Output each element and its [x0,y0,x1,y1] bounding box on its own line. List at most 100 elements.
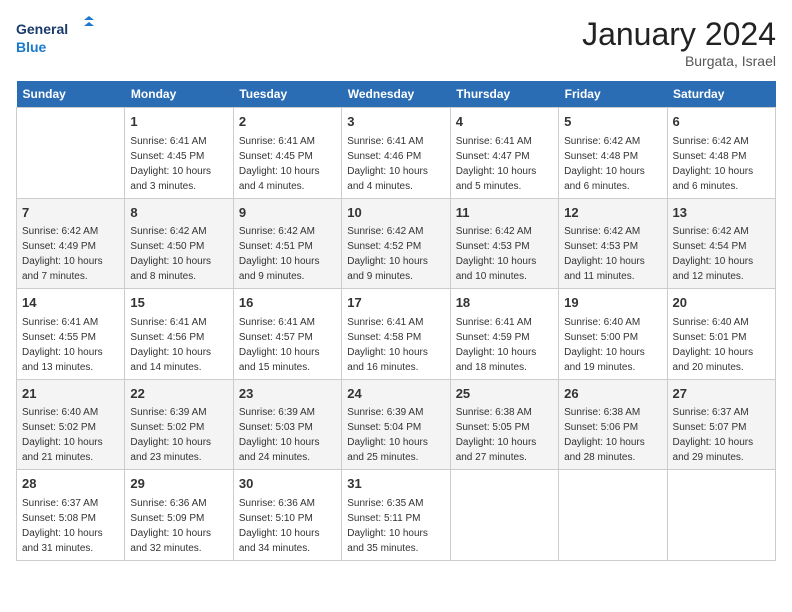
logo-svg: General Blue [16,16,96,60]
page-header: General Blue January 2024 Burgata, Israe… [16,16,776,69]
day-info: Sunrise: 6:41 AMSunset: 4:59 PMDaylight:… [456,315,553,375]
day-number: 7 [22,203,119,223]
calendar-week-5: 28Sunrise: 6:37 AMSunset: 5:08 PMDayligh… [17,470,776,561]
logo: General Blue [16,16,96,60]
column-header-friday: Friday [559,81,667,108]
day-info: Sunrise: 6:42 AMSunset: 4:53 PMDaylight:… [564,224,661,284]
day-info: Sunrise: 6:37 AMSunset: 5:08 PMDaylight:… [22,496,119,556]
day-info: Sunrise: 6:40 AMSunset: 5:01 PMDaylight:… [673,315,770,375]
day-info: Sunrise: 6:41 AMSunset: 4:56 PMDaylight:… [130,315,227,375]
day-info: Sunrise: 6:41 AMSunset: 4:58 PMDaylight:… [347,315,444,375]
day-info: Sunrise: 6:41 AMSunset: 4:55 PMDaylight:… [22,315,119,375]
day-info: Sunrise: 6:38 AMSunset: 5:05 PMDaylight:… [456,405,553,465]
calendar-cell: 7Sunrise: 6:42 AMSunset: 4:49 PMDaylight… [17,198,125,289]
calendar-cell: 19Sunrise: 6:40 AMSunset: 5:00 PMDayligh… [559,289,667,380]
calendar-cell: 2Sunrise: 6:41 AMSunset: 4:45 PMDaylight… [233,108,341,199]
day-number: 31 [347,474,444,494]
day-number: 11 [456,203,553,223]
calendar-cell: 6Sunrise: 6:42 AMSunset: 4:48 PMDaylight… [667,108,775,199]
day-number: 17 [347,293,444,313]
calendar-cell: 18Sunrise: 6:41 AMSunset: 4:59 PMDayligh… [450,289,558,380]
svg-text:General: General [16,21,68,37]
calendar-cell: 30Sunrise: 6:36 AMSunset: 5:10 PMDayligh… [233,470,341,561]
day-info: Sunrise: 6:39 AMSunset: 5:04 PMDaylight:… [347,405,444,465]
day-number: 29 [130,474,227,494]
calendar-cell: 3Sunrise: 6:41 AMSunset: 4:46 PMDaylight… [342,108,450,199]
column-header-tuesday: Tuesday [233,81,341,108]
calendar-cell [559,470,667,561]
day-info: Sunrise: 6:42 AMSunset: 4:48 PMDaylight:… [673,134,770,194]
day-number: 23 [239,384,336,404]
day-number: 13 [673,203,770,223]
day-number: 30 [239,474,336,494]
day-number: 19 [564,293,661,313]
column-header-thursday: Thursday [450,81,558,108]
calendar-cell: 5Sunrise: 6:42 AMSunset: 4:48 PMDaylight… [559,108,667,199]
location: Burgata, Israel [582,53,776,69]
day-info: Sunrise: 6:38 AMSunset: 5:06 PMDaylight:… [564,405,661,465]
day-number: 27 [673,384,770,404]
day-number: 24 [347,384,444,404]
day-info: Sunrise: 6:41 AMSunset: 4:45 PMDaylight:… [239,134,336,194]
calendar-cell: 13Sunrise: 6:42 AMSunset: 4:54 PMDayligh… [667,198,775,289]
title-block: January 2024 Burgata, Israel [582,16,776,69]
calendar-cell: 10Sunrise: 6:42 AMSunset: 4:52 PMDayligh… [342,198,450,289]
day-info: Sunrise: 6:42 AMSunset: 4:53 PMDaylight:… [456,224,553,284]
calendar-body: 1Sunrise: 6:41 AMSunset: 4:45 PMDaylight… [17,108,776,561]
day-number: 1 [130,112,227,132]
calendar-cell: 1Sunrise: 6:41 AMSunset: 4:45 PMDaylight… [125,108,233,199]
day-number: 28 [22,474,119,494]
calendar-cell [450,470,558,561]
day-info: Sunrise: 6:41 AMSunset: 4:46 PMDaylight:… [347,134,444,194]
calendar-cell: 31Sunrise: 6:35 AMSunset: 5:11 PMDayligh… [342,470,450,561]
calendar-cell: 11Sunrise: 6:42 AMSunset: 4:53 PMDayligh… [450,198,558,289]
calendar-cell [667,470,775,561]
calendar-header: SundayMondayTuesdayWednesdayThursdayFrid… [17,81,776,108]
month-title: January 2024 [582,16,776,53]
calendar-cell: 22Sunrise: 6:39 AMSunset: 5:02 PMDayligh… [125,379,233,470]
day-info: Sunrise: 6:41 AMSunset: 4:47 PMDaylight:… [456,134,553,194]
day-info: Sunrise: 6:40 AMSunset: 5:00 PMDaylight:… [564,315,661,375]
column-header-wednesday: Wednesday [342,81,450,108]
day-number: 5 [564,112,661,132]
calendar-cell: 17Sunrise: 6:41 AMSunset: 4:58 PMDayligh… [342,289,450,380]
day-info: Sunrise: 6:42 AMSunset: 4:50 PMDaylight:… [130,224,227,284]
day-number: 6 [673,112,770,132]
calendar-cell: 12Sunrise: 6:42 AMSunset: 4:53 PMDayligh… [559,198,667,289]
calendar-cell: 4Sunrise: 6:41 AMSunset: 4:47 PMDaylight… [450,108,558,199]
calendar-table: SundayMondayTuesdayWednesdayThursdayFrid… [16,81,776,561]
header-row: SundayMondayTuesdayWednesdayThursdayFrid… [17,81,776,108]
day-info: Sunrise: 6:42 AMSunset: 4:54 PMDaylight:… [673,224,770,284]
calendar-cell: 26Sunrise: 6:38 AMSunset: 5:06 PMDayligh… [559,379,667,470]
day-number: 25 [456,384,553,404]
day-info: Sunrise: 6:41 AMSunset: 4:45 PMDaylight:… [130,134,227,194]
column-header-saturday: Saturday [667,81,775,108]
day-info: Sunrise: 6:37 AMSunset: 5:07 PMDaylight:… [673,405,770,465]
column-header-monday: Monday [125,81,233,108]
calendar-cell: 23Sunrise: 6:39 AMSunset: 5:03 PMDayligh… [233,379,341,470]
day-number: 26 [564,384,661,404]
calendar-cell: 27Sunrise: 6:37 AMSunset: 5:07 PMDayligh… [667,379,775,470]
day-number: 8 [130,203,227,223]
day-number: 21 [22,384,119,404]
day-number: 3 [347,112,444,132]
calendar-cell: 28Sunrise: 6:37 AMSunset: 5:08 PMDayligh… [17,470,125,561]
day-info: Sunrise: 6:42 AMSunset: 4:51 PMDaylight:… [239,224,336,284]
day-number: 4 [456,112,553,132]
calendar-cell: 16Sunrise: 6:41 AMSunset: 4:57 PMDayligh… [233,289,341,380]
day-number: 16 [239,293,336,313]
day-number: 12 [564,203,661,223]
day-number: 14 [22,293,119,313]
calendar-week-2: 7Sunrise: 6:42 AMSunset: 4:49 PMDaylight… [17,198,776,289]
calendar-cell: 14Sunrise: 6:41 AMSunset: 4:55 PMDayligh… [17,289,125,380]
calendar-cell: 15Sunrise: 6:41 AMSunset: 4:56 PMDayligh… [125,289,233,380]
calendar-cell: 20Sunrise: 6:40 AMSunset: 5:01 PMDayligh… [667,289,775,380]
calendar-cell: 29Sunrise: 6:36 AMSunset: 5:09 PMDayligh… [125,470,233,561]
calendar-cell: 24Sunrise: 6:39 AMSunset: 5:04 PMDayligh… [342,379,450,470]
day-info: Sunrise: 6:36 AMSunset: 5:10 PMDaylight:… [239,496,336,556]
calendar-week-4: 21Sunrise: 6:40 AMSunset: 5:02 PMDayligh… [17,379,776,470]
day-info: Sunrise: 6:39 AMSunset: 5:03 PMDaylight:… [239,405,336,465]
day-number: 18 [456,293,553,313]
day-number: 15 [130,293,227,313]
calendar-cell: 9Sunrise: 6:42 AMSunset: 4:51 PMDaylight… [233,198,341,289]
